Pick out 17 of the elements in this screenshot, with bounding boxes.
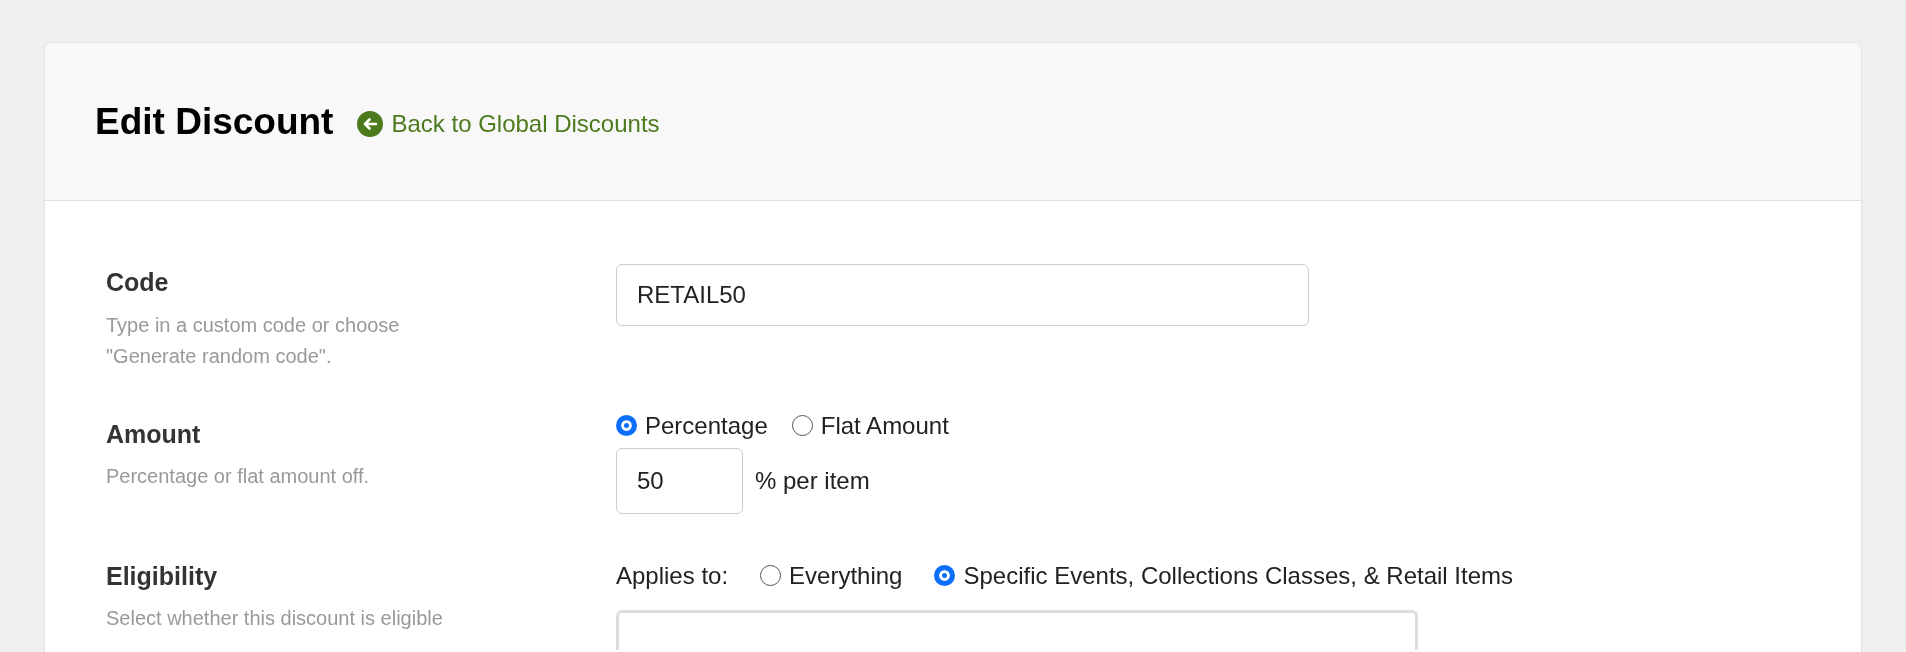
field-description: Type in a custom code or choose "Generate random code". (106, 312, 401, 369)
field-description: Select whether this discount is eligible (106, 606, 444, 631)
radio-option[interactable]: Everything (760, 557, 903, 594)
field-label: Amount (106, 418, 202, 450)
selection-box[interactable] (616, 609, 1418, 650)
page-title: Edit Discount (95, 99, 334, 144)
field-label: Code (106, 267, 170, 298)
back-link[interactable]: Back to Global Discounts (357, 105, 660, 142)
unit-label: % per item (755, 465, 870, 496)
field-label: Eligibility (106, 560, 219, 592)
applies-to-label: Applies to: (616, 560, 729, 591)
radio-option[interactable]: Percentage (616, 407, 768, 444)
amount-field[interactable]: 50 (616, 447, 743, 514)
code-field[interactable]: RETAIL50 (616, 264, 1309, 326)
radio-option[interactable]: Flat Amount (791, 407, 949, 444)
field-description: Percentage or flat amount off. (106, 464, 371, 489)
radio-option[interactable]: Specific Events, Collections Classes, & Retail Items (934, 557, 1513, 594)
